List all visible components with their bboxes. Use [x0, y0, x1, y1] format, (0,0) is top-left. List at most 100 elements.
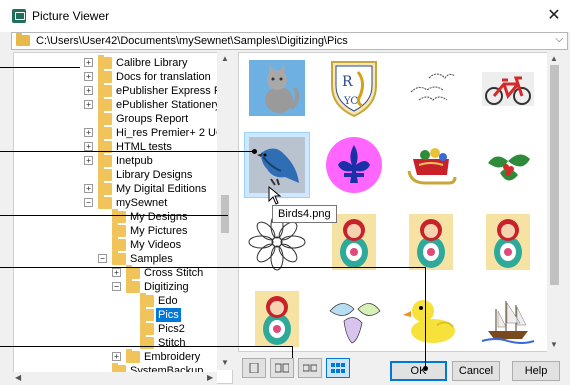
view-large-button[interactable] [242, 358, 266, 378]
close-button[interactable]: ✕ [542, 4, 566, 28]
yacht-club-crest-icon: R YC [331, 61, 377, 118]
scroll-left-icon[interactable]: ◀ [15, 373, 21, 382]
expand-icon[interactable]: + [84, 72, 93, 81]
tree-item[interactable]: My Designs [14, 209, 230, 224]
cat-picture-icon [249, 60, 305, 116]
tree-item-label: Groups Report [116, 113, 189, 125]
svg-text:R: R [342, 74, 353, 90]
callout-line [0, 215, 228, 216]
view-medium-button[interactable] [270, 358, 294, 378]
tree-item-label: My Videos [130, 239, 182, 251]
thumbnail-item[interactable] [476, 133, 540, 197]
thumbnail-item[interactable] [322, 287, 386, 351]
tree-item-label: Stitch [158, 337, 186, 349]
tree-item[interactable]: + ePublisher Express Projects [14, 83, 232, 98]
tree-item-label: Calibre Library [116, 57, 188, 69]
collapse-icon[interactable]: − [98, 254, 107, 263]
tree-item[interactable]: Groups Report [14, 111, 230, 126]
tree-item[interactable]: Edo [14, 293, 230, 308]
tree-item[interactable]: + Hi_res Premier+ 2 UG [14, 125, 230, 140]
christmas-sleigh-icon [407, 148, 457, 185]
folder-icon [140, 335, 154, 349]
callout-line [292, 346, 293, 358]
expand-icon[interactable]: + [84, 156, 93, 165]
expand-icon[interactable]: + [112, 268, 121, 277]
tree-item[interactable]: + Inetpub [14, 153, 230, 168]
thumbnail-scroll-thumb[interactable] [550, 65, 559, 285]
window: Picture Viewer ✕ C:\Users\User42\Documen… [0, 0, 570, 385]
cancel-button[interactable]: Cancel [452, 361, 500, 381]
tree-item[interactable]: My Pictures [14, 223, 230, 238]
tree-item-label: ePublisher Stationery [116, 99, 221, 111]
tree-horizontal-scrollbar[interactable]: ◀ ▶ [13, 372, 217, 384]
scroll-down-icon[interactable]: ▼ [221, 358, 229, 367]
tree-item[interactable]: Pics [14, 307, 230, 322]
thumbnail-item[interactable] [399, 56, 463, 120]
picture-viewer-app-icon [12, 9, 26, 23]
thumbnail-item[interactable] [476, 56, 540, 120]
view-small-button[interactable] [298, 358, 322, 378]
thumbnail-item[interactable] [322, 133, 386, 197]
tree-item-label: Samples [130, 253, 173, 265]
rubber-duck-icon [403, 300, 455, 343]
expand-icon[interactable]: + [84, 184, 93, 193]
thumbnail-item[interactable] [476, 287, 540, 351]
tree-item[interactable]: My Videos [14, 237, 230, 252]
callout-line [0, 151, 256, 152]
chevron-down-icon[interactable]: ⌵ [555, 34, 563, 45]
ok-button[interactable]: OK [390, 361, 447, 381]
tree-item[interactable]: Stitch [14, 335, 230, 350]
thumbnail-item[interactable]: R YC [322, 56, 386, 120]
expand-icon[interactable]: + [112, 352, 121, 361]
scroll-up-icon[interactable]: ▲ [550, 54, 558, 63]
folder-tree[interactable]: + Calibre Library + Docs for translation + eP… [13, 52, 233, 384]
tree-item[interactable]: + Cross Stitch [14, 265, 230, 280]
scroll-right-icon[interactable]: ▶ [207, 373, 213, 382]
callout-dot [423, 366, 428, 371]
collapse-icon[interactable]: − [112, 282, 121, 291]
thumbnail-item[interactable] [476, 210, 540, 274]
thumbnail-item[interactable] [245, 287, 309, 351]
folder-icon [98, 55, 112, 69]
red-bicycle-icon [482, 72, 534, 106]
thumbnail-item[interactable] [245, 56, 309, 120]
view-mode-icon [331, 363, 345, 373]
picture-viewer-dialog: Picture Viewer ✕ C:\Users\User42\Documen… [0, 0, 570, 385]
expand-icon[interactable]: + [84, 58, 93, 67]
expand-icon[interactable]: + [84, 86, 93, 95]
tree-item[interactable]: Pics2 [14, 321, 230, 336]
help-button[interactable]: Help [512, 361, 560, 381]
path-combobox[interactable]: C:\Users\User42\Documents\mySewnet\Sampl… [11, 32, 568, 50]
scroll-up-icon[interactable]: ▲ [221, 54, 229, 63]
tree-item[interactable]: + Docs for translation [14, 69, 230, 84]
expand-icon[interactable]: + [84, 100, 93, 109]
tree-item[interactable]: Library Designs [14, 167, 230, 182]
folder-icon [126, 279, 140, 293]
scroll-down-icon[interactable]: ▼ [550, 340, 558, 349]
thumbnail-item[interactable] [399, 133, 463, 197]
thumbnail-grid[interactable]: R YC [238, 52, 562, 352]
folder-icon [112, 237, 126, 251]
tree-item[interactable]: + My Digital Editions [14, 181, 230, 196]
tree-item-label: Embroidery [144, 351, 201, 363]
view-grid-button[interactable] [326, 358, 350, 378]
tree-item-label: Digitizing [144, 281, 189, 293]
folder-icon [16, 33, 30, 46]
tree-item[interactable]: − Digitizing [14, 279, 230, 294]
tree-item[interactable]: + ePublisher Stationery [14, 97, 230, 112]
view-mode-icon [249, 363, 259, 373]
thumbnail-item[interactable] [399, 287, 463, 351]
expand-icon[interactable]: + [84, 128, 93, 137]
folder-icon [140, 293, 154, 307]
thumbnail-item[interactable] [399, 210, 463, 274]
tree-item[interactable]: − mySewnet [14, 195, 230, 210]
tree-item[interactable]: + Embroidery [14, 349, 230, 364]
expand-icon[interactable]: + [84, 142, 93, 151]
fleur-de-lis-icon [326, 137, 382, 193]
mouse-cursor-icon [268, 186, 282, 205]
tree-item[interactable]: − Samples [14, 251, 230, 266]
collapse-icon[interactable]: − [84, 198, 93, 207]
tree-item-label: Cross Stitch [144, 267, 204, 279]
tree-scroll-thumb[interactable] [221, 195, 229, 233]
callout-line [0, 267, 426, 268]
